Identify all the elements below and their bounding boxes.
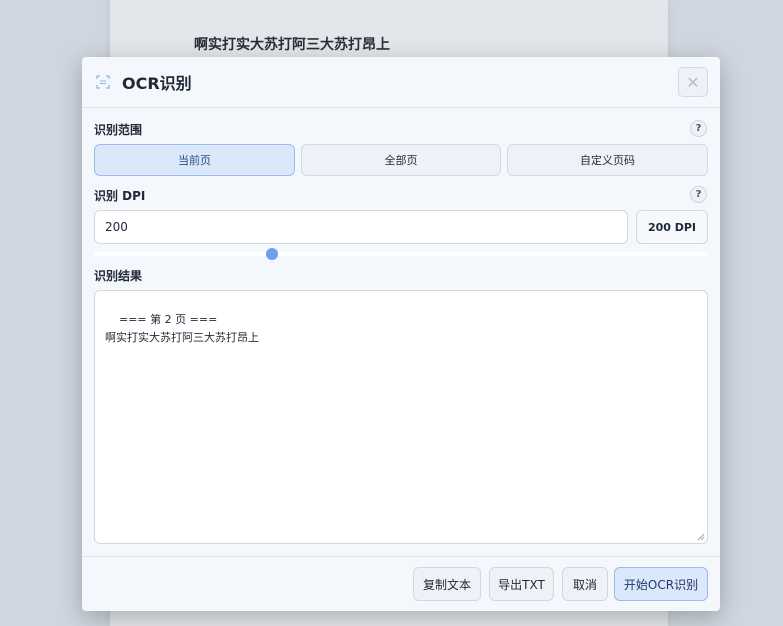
range-label: 识别范围: [94, 123, 143, 137]
range-all-pages-button[interactable]: 全部页: [301, 144, 501, 176]
resize-grip-icon[interactable]: [697, 533, 705, 541]
range-help-icon[interactable]: ?: [690, 120, 707, 137]
dpi-label: 识别 DPI: [94, 189, 146, 203]
scan-icon: [96, 75, 110, 89]
close-icon: ✕: [686, 72, 700, 92]
result-text: === 第 2 页 === 啊实打实大苏打阿三大苏打昂上: [105, 313, 259, 344]
cancel-button[interactable]: 取消: [562, 567, 608, 601]
range-current-page-button[interactable]: 当前页: [94, 144, 295, 176]
dpi-help-icon[interactable]: ?: [690, 186, 707, 203]
start-ocr-button[interactable]: 开始OCR识别: [614, 567, 708, 601]
dpi-slider[interactable]: [94, 248, 708, 260]
dpi-badge: 200 DPI: [636, 210, 708, 244]
close-button[interactable]: ✕: [678, 67, 708, 97]
ocr-dialog: OCR识别 ✕ 识别范围 ? 当前页 全部页 自定义页码 识别 DPI ? 20…: [82, 57, 720, 611]
dpi-slider-thumb[interactable]: [266, 248, 279, 260]
dpi-input[interactable]: 200: [94, 210, 628, 244]
result-label: 识别结果: [94, 269, 143, 283]
dialog-header: OCR识别 ✕: [82, 57, 720, 108]
range-custom-pages-button[interactable]: 自定义页码: [507, 144, 708, 176]
dialog-title: OCR识别: [122, 74, 192, 93]
export-txt-button[interactable]: 导出TXT: [489, 567, 554, 601]
copy-text-button[interactable]: 复制文本: [413, 567, 481, 601]
background-page-text: 啊实打实大苏打阿三大苏打昂上: [194, 37, 390, 53]
result-textarea[interactable]: === 第 2 页 === 啊实打实大苏打阿三大苏打昂上: [94, 290, 708, 544]
dialog-footer: 复制文本 导出TXT 取消 开始OCR识别: [82, 556, 720, 611]
